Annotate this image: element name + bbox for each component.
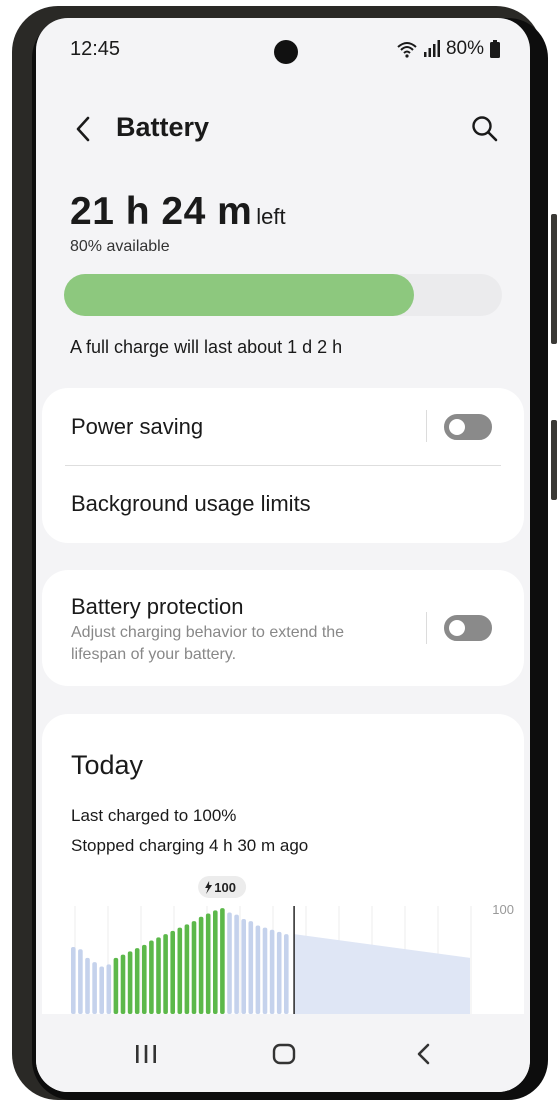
chart-bar bbox=[255, 925, 261, 1014]
app-header: Battery bbox=[36, 110, 530, 150]
chart-bar bbox=[191, 921, 197, 1014]
chart-bar bbox=[177, 927, 183, 1014]
chart-bar bbox=[85, 957, 90, 1014]
time-left-suffix: left bbox=[256, 204, 286, 229]
status-time: 12:45 bbox=[70, 38, 121, 60]
home-icon bbox=[272, 1043, 296, 1065]
battery-protection-description: Adjust charging behavior to extend the l… bbox=[71, 624, 345, 663]
chart-bar bbox=[213, 910, 218, 1014]
chart-bar bbox=[205, 913, 211, 1014]
last-charged-text: Last charged to 100% bbox=[71, 806, 237, 825]
wifi-icon bbox=[397, 42, 417, 58]
background-usage-limits-row[interactable]: Background usage limits bbox=[42, 466, 524, 543]
chart-bar bbox=[163, 934, 168, 1014]
battery-available: 80% available bbox=[70, 238, 170, 255]
power-saving-toggle[interactable] bbox=[444, 414, 492, 440]
battery-protection-label: Battery protection bbox=[71, 594, 244, 619]
chart-bar bbox=[262, 927, 268, 1014]
home-button[interactable] bbox=[264, 1036, 304, 1072]
chart-bar bbox=[227, 912, 232, 1014]
chart-bar bbox=[92, 962, 97, 1014]
y-axis-max-label: 100 bbox=[492, 902, 514, 917]
chart-bar bbox=[269, 929, 275, 1014]
status-battery-percent: 80% bbox=[445, 38, 484, 59]
status-icons: 80% bbox=[396, 38, 500, 60]
status-bar: 12:45 80% bbox=[36, 38, 530, 64]
power-saving-row[interactable]: Power saving bbox=[42, 388, 524, 466]
chart-bar bbox=[170, 930, 175, 1014]
chart-bar bbox=[276, 931, 282, 1014]
projection-area bbox=[294, 934, 470, 1014]
volume-button bbox=[551, 214, 557, 344]
navigation-bar bbox=[36, 1014, 530, 1092]
today-card: Today Last charged to 100% Stopped charg… bbox=[42, 714, 524, 1044]
chart-bar bbox=[184, 924, 190, 1014]
chart-bar bbox=[149, 940, 154, 1014]
peak-badge-label: 100 bbox=[214, 880, 236, 895]
today-title: Today bbox=[71, 750, 144, 780]
chart-bar bbox=[134, 948, 140, 1014]
chart-bar bbox=[106, 964, 112, 1014]
battery-icon bbox=[490, 40, 500, 58]
chart-bar bbox=[198, 916, 204, 1014]
recents-button[interactable] bbox=[126, 1036, 166, 1072]
row-divider bbox=[426, 410, 427, 442]
full-charge-estimate: A full charge will last about 1 d 2 h bbox=[70, 337, 343, 357]
battery-usage-chart: 100 100 bbox=[71, 876, 514, 1014]
chart-bar bbox=[71, 947, 76, 1014]
chart-bar bbox=[113, 957, 119, 1014]
battery-level-fill bbox=[64, 274, 415, 316]
front-camera bbox=[274, 40, 298, 64]
row-divider bbox=[426, 612, 427, 644]
back-button[interactable] bbox=[404, 1036, 444, 1072]
power-button bbox=[551, 420, 557, 500]
chart-bar bbox=[248, 921, 254, 1014]
background-usage-limits-label: Background usage limits bbox=[71, 491, 311, 516]
time-left-value: 21 h 24 m bbox=[70, 190, 253, 233]
chart-bar bbox=[127, 951, 133, 1014]
battery-level-bar bbox=[64, 274, 502, 316]
chart-bar bbox=[284, 934, 289, 1014]
chart-bar bbox=[120, 954, 126, 1014]
chart-bar bbox=[78, 949, 83, 1014]
screen: 12:45 80% Battery 21 h 24 m left 80% ava… bbox=[36, 18, 530, 1092]
signal-icon bbox=[423, 40, 440, 57]
page-title: Battery bbox=[116, 112, 210, 142]
back-arrow-icon[interactable] bbox=[70, 112, 100, 146]
battery-protection-toggle[interactable] bbox=[444, 615, 492, 641]
chart-bar bbox=[99, 966, 104, 1014]
chart-bar bbox=[241, 918, 246, 1014]
power-saving-label: Power saving bbox=[71, 414, 204, 439]
chart-bar bbox=[234, 914, 239, 1014]
power-settings-card: Power saving Background usage limits bbox=[42, 388, 524, 543]
chart-bar bbox=[220, 908, 225, 1014]
recents-icon bbox=[136, 1045, 156, 1063]
chart-bar bbox=[142, 944, 147, 1014]
back-icon bbox=[417, 1043, 430, 1065]
battery-protection-row[interactable]: Battery protection Adjust charging behav… bbox=[42, 570, 524, 686]
search-icon[interactable] bbox=[470, 114, 500, 144]
time-left: 21 h 24 m left bbox=[70, 190, 286, 234]
battery-protection-card: Battery protection Adjust charging behav… bbox=[42, 570, 524, 686]
chart-bar bbox=[156, 937, 161, 1014]
stopped-charging-text: Stopped charging 4 h 30 m ago bbox=[71, 836, 309, 855]
